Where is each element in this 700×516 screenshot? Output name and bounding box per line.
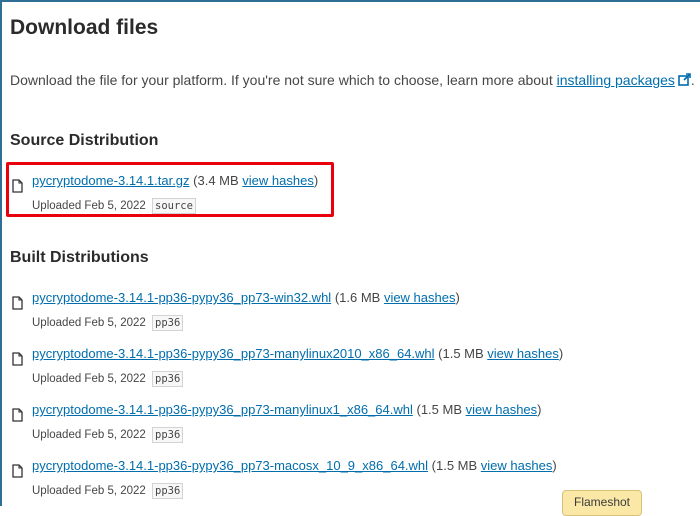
file-download-link[interactable]: pycryptodome-3.14.1-pp36-pypy36_pp73-win… [32,290,331,305]
file-download-link[interactable]: pycryptodome-3.14.1-pp36-pypy36_pp73-mac… [32,458,428,473]
upload-meta: Uploaded Feb 5, 2022 pp36 [32,315,184,331]
view-hashes-link[interactable]: view hashes [481,458,553,473]
flameshot-notification[interactable]: Flameshot [562,490,642,516]
window-border-top [0,0,700,2]
file-line: pycryptodome-3.14.1-pp36-pypy36_pp73-man… [32,346,564,361]
file-type-tag: pp36 [152,427,184,443]
view-hashes-link[interactable]: view hashes [487,346,559,361]
source-distribution-heading: Source Distribution [10,132,159,149]
file-line: pycryptodome-3.14.1-pp36-pypy36_pp73-win… [32,290,460,305]
file-type-tag: pp36 [152,315,184,331]
view-hashes-link[interactable]: view hashes [466,402,538,417]
page-title: Download files [10,16,159,39]
built-distributions-heading: Built Distributions [10,249,149,266]
upload-date: Uploaded Feb 5, 2022 [32,429,146,441]
upload-meta: Uploaded Feb 5, 2022 pp36 [32,427,184,443]
file-type-tag: pp36 [152,483,184,499]
upload-meta: Uploaded Feb 5, 2022 pp36 [32,483,184,499]
view-hashes-link[interactable]: view hashes [384,290,456,305]
file-line: pycryptodome-3.14.1-pp36-pypy36_pp73-man… [32,402,542,417]
external-link-icon [678,73,691,86]
installing-packages-link[interactable]: installing packages [557,72,691,88]
file-icon [12,296,23,310]
upload-date: Uploaded Feb 5, 2022 [32,317,146,329]
upload-meta: Uploaded Feb 5, 2022 pp36 [32,371,184,387]
file-icon [12,352,23,366]
window-border-left [0,0,2,506]
annotation-highlight-box [6,162,334,217]
file-download-link[interactable]: pycryptodome-3.14.1-pp36-pypy36_pp73-man… [32,402,413,417]
file-icon [12,408,23,422]
file-icon [12,464,23,478]
file-type-tag: pp36 [152,371,184,387]
file-line: pycryptodome-3.14.1-pp36-pypy36_pp73-mac… [32,458,557,473]
upload-date: Uploaded Feb 5, 2022 [32,373,146,385]
intro-paragraph: Download the file for your platform. If … [10,72,695,88]
file-download-link[interactable]: pycryptodome-3.14.1-pp36-pypy36_pp73-man… [32,346,435,361]
intro-text: Download the file for your platform. If … [10,72,557,88]
upload-date: Uploaded Feb 5, 2022 [32,485,146,497]
